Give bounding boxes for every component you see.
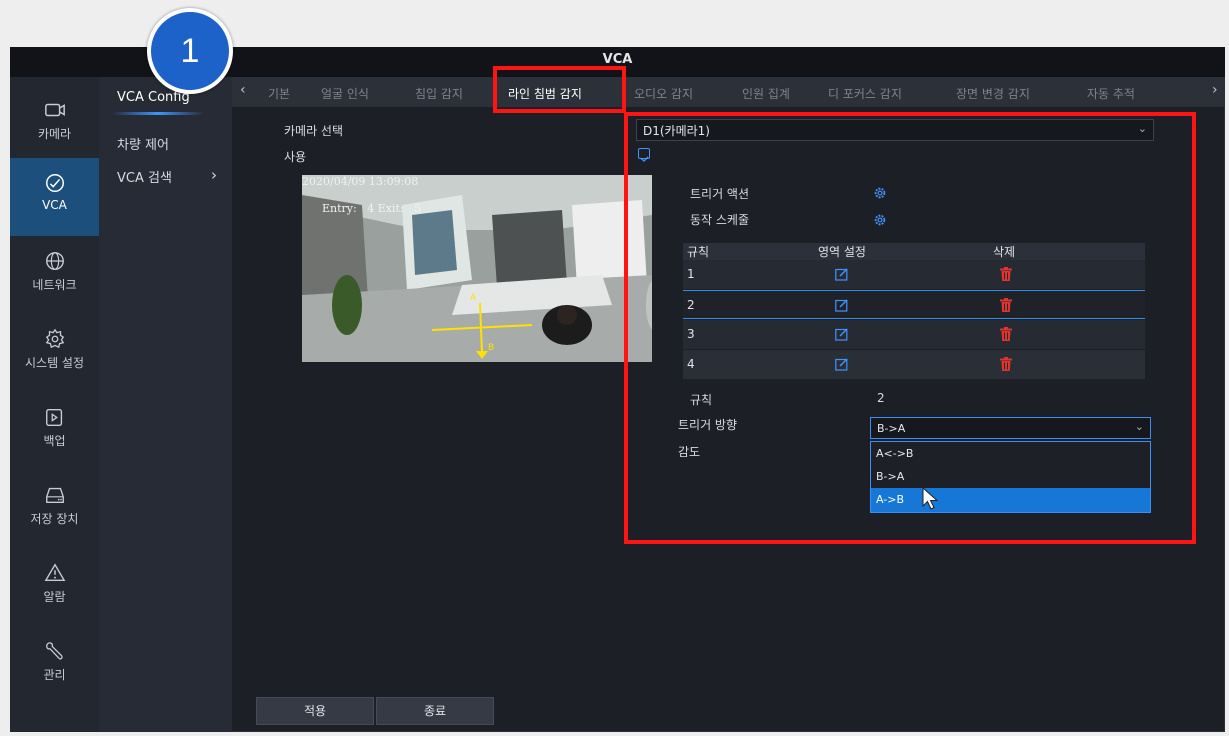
nav-label: 관리 [43, 668, 66, 682]
nav-label: 시스템 설정 [24, 356, 84, 370]
tab-basic[interactable]: 기본 [268, 85, 290, 102]
nav-item-backup[interactable]: 백업 [10, 392, 99, 470]
submenu-item-vehicle-control[interactable]: 차량 제어 [117, 134, 169, 153]
nav-item-management[interactable]: 관리 [10, 626, 99, 704]
line-point-a: A [470, 293, 477, 303]
video-counter: Entry: 4 Exit: 5 [322, 202, 422, 215]
nav-label: 네트워크 [32, 278, 77, 292]
tab-audio[interactable]: 오디오 감지 [634, 85, 693, 102]
close-button[interactable]: 종료 [376, 697, 494, 725]
submenu-selected-indicator [112, 112, 204, 115]
apply-button[interactable]: 적용 [256, 697, 374, 725]
enable-label: 사용 [284, 150, 307, 164]
nav-label: 카메라 [37, 127, 72, 141]
nav-item-vca[interactable]: VCA [10, 158, 99, 236]
window-title: VCA [602, 52, 633, 67]
nav-item-alarm[interactable]: 알람 [10, 548, 99, 626]
nav-item-network[interactable]: 네트워크 [10, 236, 99, 314]
alarm-icon [44, 563, 65, 582]
highlight-box-tab [493, 66, 626, 113]
line-point-b: B [488, 343, 495, 353]
nav-item-storage[interactable]: 저장 장치 [10, 470, 99, 548]
backup-icon [45, 408, 62, 426]
tab-prev-arrow[interactable]: ‹ [240, 82, 246, 98]
vca-icon [45, 174, 64, 192]
tab-scene-change[interactable]: 장면 변경 감지 [956, 85, 1030, 102]
tab-next-arrow[interactable]: › [1212, 82, 1218, 98]
tab-defocus[interactable]: 디 포커스 감지 [828, 85, 902, 102]
camera-select-label: 카메라 선택 [284, 124, 344, 138]
chevron-right-icon: › [211, 166, 217, 184]
nav-item-system-settings[interactable]: 시스템 설정 [10, 314, 99, 392]
tab-intrusion[interactable]: 침입 감지 [415, 85, 463, 102]
submenu-item-vca-search[interactable]: VCA 검색 › [117, 166, 217, 186]
video-timestamp: 2020/04/09 13:09:08 [302, 175, 419, 188]
tab-people-count[interactable]: 인원 집계 [742, 85, 790, 102]
globe-icon [45, 252, 64, 270]
nav-item-camera[interactable]: 카메라 [10, 85, 99, 163]
highlight-box-settings [624, 112, 1196, 544]
nav-label: VCA [42, 198, 67, 212]
tab-face-recognition[interactable]: 얼굴 인식 [321, 85, 369, 102]
vca-tab-bar: ‹ 기본 얼굴 인식 침입 감지 라인 침범 감지 오디오 감지 인원 집계 디… [232, 77, 1225, 107]
wrench-icon [45, 642, 63, 660]
submenu-label: VCA 검색 [117, 171, 172, 186]
nav-label: 저장 장치 [30, 512, 79, 526]
nav-label: 백업 [43, 434, 66, 448]
tab-auto-tracking[interactable]: 자동 추적 [1087, 85, 1135, 102]
camera-preview: 2020/04/09 13:09:08 Entry: 4 Exit: 5 A B [302, 175, 652, 362]
storage-icon [45, 487, 64, 504]
camera-icon [44, 103, 65, 117]
nav-label: 알람 [43, 590, 66, 604]
step-badge: 1 [147, 8, 233, 94]
main-nav: 카메라 VCA 네트워크 시스템 설정 백업 저장 장치 알람 관리 [10, 77, 99, 732]
vca-submenu: VCA Config 차량 제어 VCA 검색 › [99, 77, 232, 732]
gear-icon [45, 328, 64, 349]
